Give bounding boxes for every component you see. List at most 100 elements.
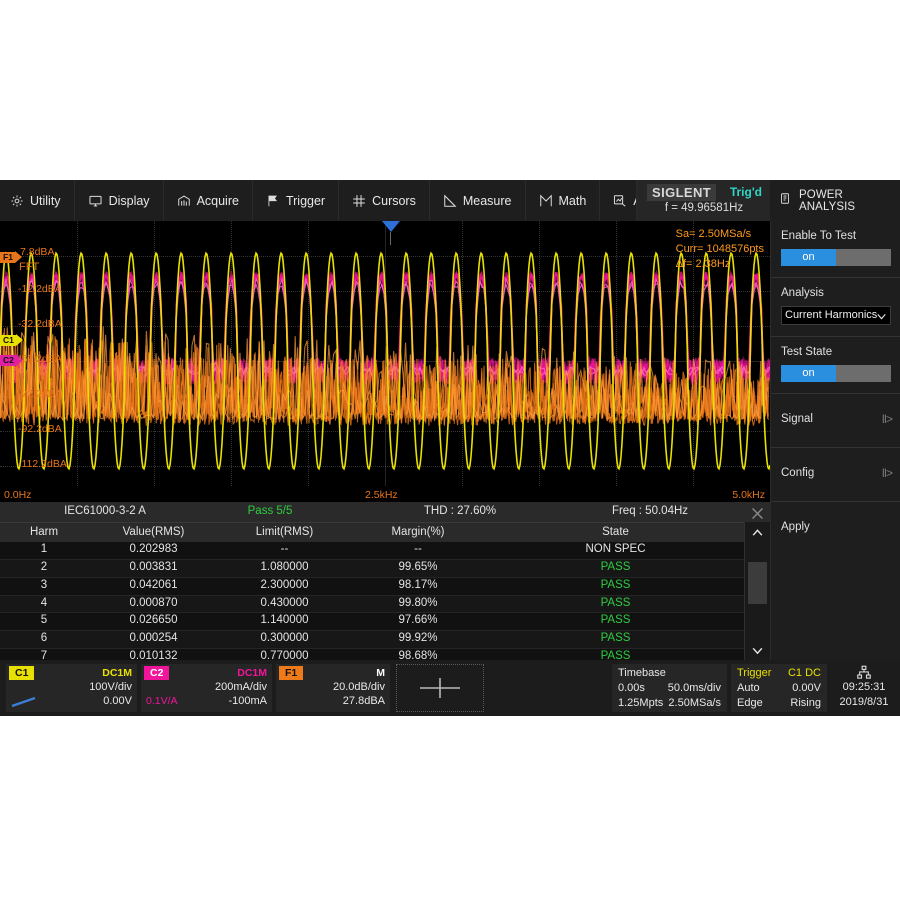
trigger-position-marker[interactable] — [382, 221, 400, 232]
table-row[interactable]: 50.0266501.14000097.66%PASS — [0, 613, 745, 631]
cell-value: 0.026650 — [88, 614, 219, 626]
cell-value: 0.042061 — [88, 579, 219, 591]
measure-icon — [443, 194, 457, 208]
cell-state: NON SPEC — [486, 543, 745, 555]
scrollbar-thumb[interactable] — [748, 562, 767, 604]
cell-value: 0.202983 — [88, 543, 219, 555]
timebase-title: Timebase — [618, 667, 666, 679]
y-axis-label: -92.2dBA — [18, 423, 62, 435]
power-analysis-sidebar: Enable To Test on Analysis Current Harmo… — [770, 221, 900, 660]
timebase-box[interactable]: Timebase 0.00s 50.0ms/div 1.25Mpts 2.50M… — [612, 664, 727, 712]
menu-item-label: Math — [559, 194, 587, 208]
harmonics-summary-row: IEC61000-3-2 A Pass 5/5 THD : 27.60% Fre… — [0, 502, 770, 523]
column-header: Margin(%) — [350, 526, 486, 538]
thd-value: THD : 27.60% — [360, 505, 560, 517]
harmonics-scrollbar[interactable] — [744, 522, 770, 660]
config-label: Config — [781, 467, 814, 479]
channel-marker-arrow — [16, 334, 23, 346]
cell-value: 0.000254 — [88, 632, 219, 644]
channel-offset: 27.8dBA — [343, 695, 385, 707]
clipboard-icon — [779, 191, 791, 211]
channel-offset: 0.00V — [103, 695, 132, 707]
channel-box-c1[interactable]: C1 DC1M 100V/div 0.00V — [6, 664, 137, 712]
config-submenu[interactable]: Config ǀǀ> — [771, 448, 900, 502]
power-analysis-title: POWER ANALYSIS — [799, 189, 900, 213]
apply-button[interactable]: Apply — [771, 502, 900, 555]
table-row[interactable]: 70.0101320.77000098.68%PASS — [0, 649, 745, 660]
cell-margin: 98.17% — [350, 579, 486, 591]
channel-box-f1[interactable]: F1 M 20.0dB/div 27.8dBA — [276, 664, 390, 712]
menu-item-math[interactable]: Math — [526, 180, 601, 221]
table-row[interactable]: 40.0008700.43000099.80%PASS — [0, 596, 745, 614]
trigger-box[interactable]: Trigger C1 DC Auto 0.00V Edge Rising — [731, 664, 827, 712]
math-empty-slot[interactable] — [396, 664, 484, 712]
menu-item-cursors[interactable]: Cursors — [339, 180, 430, 221]
enable-to-test-group: Enable To Test on — [771, 221, 900, 278]
waveform-thumb-icon — [11, 696, 37, 708]
table-row[interactable]: 30.0420612.30000098.17%PASS — [0, 578, 745, 596]
column-header: Limit(RMS) — [219, 526, 350, 538]
clock-time: 09:25:31 — [830, 681, 898, 693]
enable-to-test-toggle[interactable]: on — [781, 249, 891, 266]
network-icon[interactable] — [855, 665, 873, 680]
channel-coupling: M — [376, 667, 385, 679]
cell-value: 0.003831 — [88, 561, 219, 573]
channel-marker-label: C1 — [0, 335, 16, 346]
table-row[interactable]: 10.202983----NON SPEC — [0, 542, 745, 560]
menu-item-label: Acquire — [197, 194, 239, 208]
cell-harm: 1 — [0, 543, 88, 555]
menu-item-trigger[interactable]: Trigger — [253, 180, 339, 221]
close-icon[interactable] — [749, 505, 766, 522]
menu-item-label: Trigger — [286, 194, 325, 208]
channel-tag: F1 — [279, 666, 303, 680]
menu-item-acquire[interactable]: Acquire — [164, 180, 253, 221]
timebase-delay: 0.00s — [618, 682, 645, 694]
cell-margin: 98.68% — [350, 650, 486, 660]
channel-tag: C1 — [9, 666, 34, 680]
channel-marker-label: F1 — [0, 252, 15, 263]
cell-harm: 6 — [0, 632, 88, 644]
signal-submenu[interactable]: Signal ǀǀ> — [771, 394, 900, 448]
menu-item-display[interactable]: Display — [75, 180, 164, 221]
test-state-toggle[interactable]: on — [781, 365, 891, 382]
channel-box-c2[interactable]: C2 DC1M 200mA/div -100mA 0.1V/A — [141, 664, 272, 712]
math-icon — [539, 194, 553, 208]
table-row[interactable]: 60.0002540.30000099.92%PASS — [0, 631, 745, 649]
harmonics-column-headers: Harm Value(RMS) Limit(RMS) Margin(%) Sta… — [0, 523, 770, 543]
submenu-arrow-icon: ǀǀ> — [882, 412, 892, 426]
harmonics-rows[interactable]: 10.202983----NON SPEC20.0038311.08000099… — [0, 542, 745, 660]
waveform-display[interactable]: F1 C1 C2 7.8dBA -12.2dBA -32.2dBA -52.2d… — [0, 221, 770, 502]
menu-item-utility[interactable]: Utility — [0, 180, 75, 221]
harmonics-table-panel: IEC61000-3-2 A Pass 5/5 THD : 27.60% Fre… — [0, 502, 770, 660]
y-axis-label: -12.2dBA — [18, 283, 62, 295]
trigger-position-stem — [390, 232, 391, 245]
oscilloscope-screen: Utility Display Acquire Trigger Cursors … — [0, 180, 900, 716]
standard-label: IEC61000-3-2 A — [30, 505, 180, 517]
power-analysis-header[interactable]: POWER ANALYSIS — [770, 180, 900, 221]
channel-marker-label: C2 — [0, 355, 16, 366]
fundamental-freq: Freq : 50.04Hz — [560, 505, 740, 517]
table-row[interactable]: 20.0038311.08000099.65%PASS — [0, 560, 745, 578]
menu-item-measure[interactable]: Measure — [430, 180, 526, 221]
cell-harm: 5 — [0, 614, 88, 626]
menu-item-label: Measure — [463, 194, 512, 208]
channel-marker-c1[interactable]: C1 — [0, 334, 23, 346]
menu-item-label: Utility — [30, 194, 61, 208]
cell-harm: 7 — [0, 650, 88, 660]
scroll-up-icon[interactable] — [745, 522, 770, 542]
gear-icon — [10, 194, 24, 208]
brand-status-block: SIGLENT Trig'd f = 49.96581Hz — [636, 180, 772, 221]
signal-traces — [0, 221, 770, 486]
timebase-sample-rate: 2.50MSa/s — [668, 697, 721, 709]
toggle-on-state: on — [781, 365, 836, 382]
channel-scale: 200mA/div — [215, 681, 267, 693]
y-axis-label: 7.8dBA — [20, 246, 54, 258]
cell-limit: 0.300000 — [219, 632, 350, 644]
scroll-down-icon[interactable] — [745, 640, 770, 660]
flag-icon — [266, 194, 280, 208]
trigger-level: 0.00V — [792, 682, 821, 694]
chevron-down-icon — [875, 310, 888, 328]
trigger-mode: Auto — [737, 682, 760, 694]
cell-limit: 1.140000 — [219, 614, 350, 626]
analysis-select[interactable]: Current Harmonics — [781, 306, 891, 325]
